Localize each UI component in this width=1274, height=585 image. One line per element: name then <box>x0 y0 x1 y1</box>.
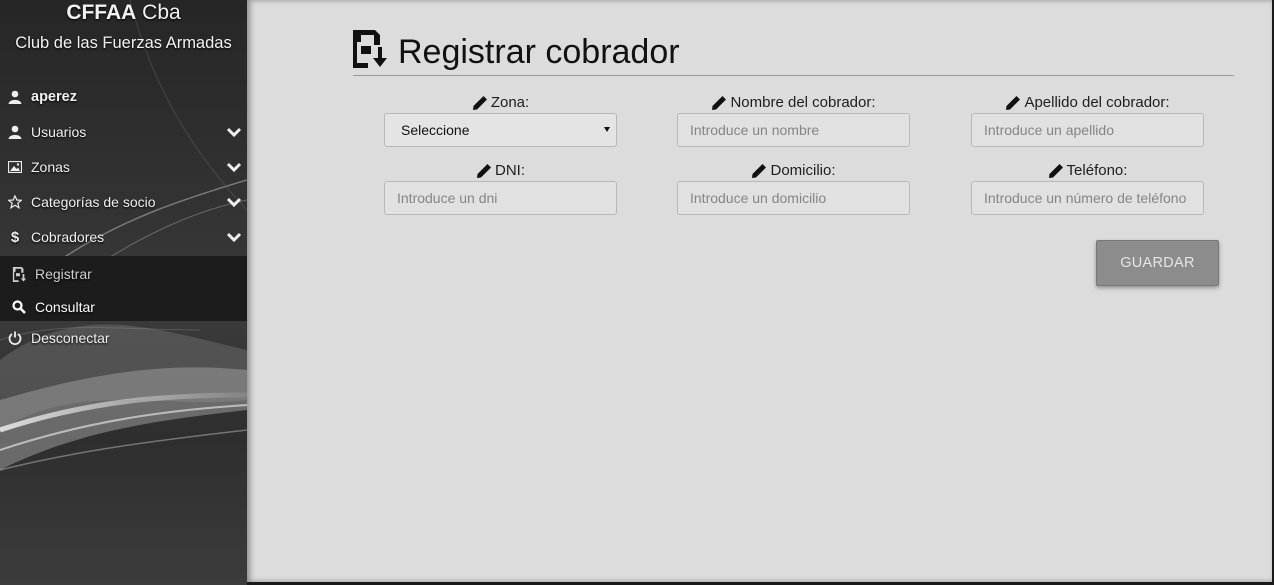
dni-input[interactable] <box>384 181 617 215</box>
sidebar-item-cobradores[interactable]: $ Cobradores <box>0 222 247 252</box>
submenu-item-label: Registrar <box>35 266 92 282</box>
floppy-download-icon <box>11 266 27 282</box>
apellido-input[interactable] <box>971 113 1204 147</box>
star-icon <box>7 194 23 210</box>
user-icon <box>7 89 23 105</box>
nombre-field: Nombre del cobrador: <box>677 93 910 147</box>
dni-field: DNI: <box>384 161 617 215</box>
zona-select[interactable]: Seleccione <box>384 113 617 147</box>
username: aperez <box>31 89 77 105</box>
telefono-field: Teléfono: <box>971 161 1204 215</box>
search-icon <box>11 299 27 315</box>
domicilio-field: Domicilio: <box>677 161 910 215</box>
nombre-input[interactable] <box>677 113 910 147</box>
page-title: Registrar cobrador <box>398 33 680 71</box>
floppy-download-icon <box>353 30 387 68</box>
sidebar-item-zonas[interactable]: Zonas <box>0 152 247 182</box>
pencil-icon <box>1006 96 1021 110</box>
chevron-down-icon[interactable] <box>226 229 242 245</box>
sidebar-item-categorias[interactable]: Categorías de socio <box>0 187 247 217</box>
dollar-icon: $ <box>10 228 20 246</box>
pencil-icon <box>712 96 727 110</box>
page-header: Registrar cobrador <box>353 29 1234 76</box>
chevron-down-icon[interactable] <box>226 159 242 175</box>
chevron-down-icon[interactable] <box>226 124 242 140</box>
pencil-icon <box>472 96 487 110</box>
domicilio-input[interactable] <box>677 181 910 215</box>
sidebar-item-label: Cobradores <box>31 229 105 245</box>
dni-label: DNI: <box>384 161 617 181</box>
zona-label: Zona: <box>384 93 617 113</box>
user-icon <box>7 124 23 140</box>
zona-selected-value: Seleccione <box>401 122 470 138</box>
apellido-field: Apellido del cobrador: <box>971 93 1204 147</box>
submenu-item-registrar[interactable]: Registrar <box>0 259 247 289</box>
power-icon <box>7 330 23 346</box>
apellido-label: Apellido del cobrador: <box>971 93 1204 113</box>
nombre-label: Nombre del cobrador: <box>677 93 910 113</box>
telefono-label: Teléfono: <box>971 161 1204 181</box>
sidebar-item-label: Zonas <box>31 159 70 175</box>
sidebar: CFFAA Cba Club de las Fuerzas Armadas ap… <box>0 0 247 585</box>
brand-subtitle: Club de las Fuerzas Armadas <box>15 34 232 52</box>
pencil-icon <box>477 164 491 178</box>
domicilio-label: Domicilio: <box>677 161 910 181</box>
caret-down-icon <box>604 127 610 132</box>
picture-icon <box>7 159 23 175</box>
main-panel: Registrar cobrador Zona: Seleccione Nomb… <box>247 0 1272 582</box>
pencil-icon <box>1048 164 1063 178</box>
sidebar-item-desconectar[interactable]: Desconectar <box>0 323 247 353</box>
current-user: aperez <box>0 82 247 112</box>
sidebar-item-label: Categorías de socio <box>31 194 156 210</box>
sidebar-item-usuarios[interactable]: Usuarios <box>0 117 247 147</box>
telefono-input[interactable] <box>971 181 1204 215</box>
submenu-item-consultar[interactable]: Consultar <box>0 292 247 322</box>
save-button[interactable]: GUARDAR <box>1096 240 1219 286</box>
sidebar-item-label: Usuarios <box>31 124 87 140</box>
zona-field: Zona: Seleccione <box>384 93 617 147</box>
submenu-item-label: Consultar <box>35 299 95 315</box>
pencil-icon <box>752 164 767 178</box>
chevron-down-icon[interactable] <box>226 194 242 210</box>
sidebar-item-label: Desconectar <box>31 330 110 346</box>
brand-title: CFFAA Cba <box>66 1 181 24</box>
